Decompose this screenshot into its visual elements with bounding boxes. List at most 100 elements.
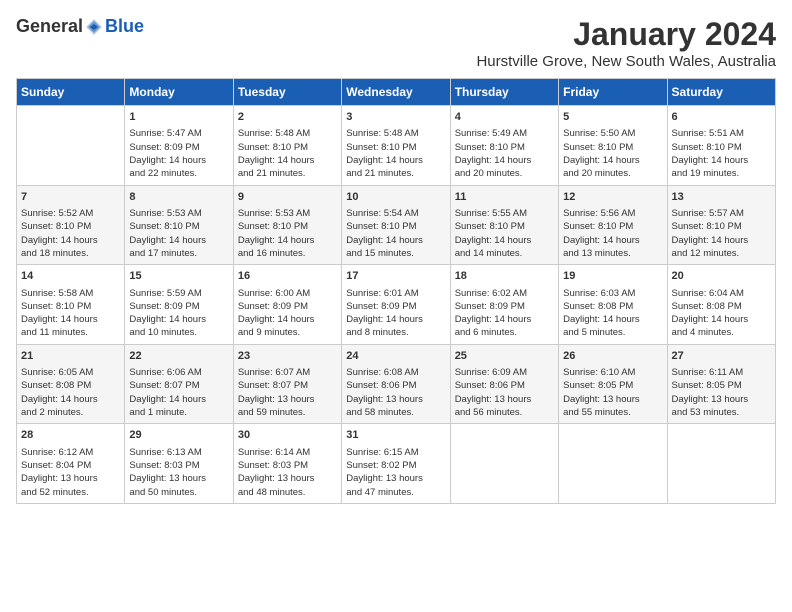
day-info: Sunrise: 5:50 AM Sunset: 8:10 PM Dayligh… (563, 127, 662, 180)
calendar-cell: 25 Sunrise: 6:09 AM Sunset: 8:06 PM Dayli… (450, 344, 558, 424)
calendar-cell (559, 424, 667, 504)
day-info: Sunrise: 5:53 AM Sunset: 8:10 PM Dayligh… (129, 207, 228, 260)
column-header-monday: Monday (125, 79, 233, 106)
day-number: 22 (129, 349, 228, 364)
column-header-sunday: Sunday (17, 79, 125, 106)
day-info: Sunrise: 6:01 AM Sunset: 8:09 PM Dayligh… (346, 287, 445, 340)
day-info: Sunrise: 6:07 AM Sunset: 8:07 PM Dayligh… (238, 366, 337, 419)
calendar-cell: 5 Sunrise: 5:50 AM Sunset: 8:10 PM Daylig… (559, 106, 667, 186)
day-info: Sunrise: 6:08 AM Sunset: 8:06 PM Dayligh… (346, 366, 445, 419)
day-number: 7 (21, 190, 120, 205)
day-number: 20 (672, 269, 771, 284)
day-number: 12 (563, 190, 662, 205)
day-number: 23 (238, 349, 337, 364)
column-header-friday: Friday (559, 79, 667, 106)
calendar-cell: 2Sunrise: 5:48 AM Sunset: 8:10 PM Daylig… (233, 106, 341, 186)
calendar-cell (17, 106, 125, 186)
day-info: Sunrise: 6:03 AM Sunset: 8:08 PM Dayligh… (563, 287, 662, 340)
day-number: 24 (346, 349, 445, 364)
day-info: Sunrise: 5:56 AM Sunset: 8:10 PM Dayligh… (563, 207, 662, 260)
day-number: 29 (129, 428, 228, 443)
day-number: 10 (346, 190, 445, 205)
calendar-cell: 8 Sunrise: 5:53 AM Sunset: 8:10 PM Daylig… (125, 185, 233, 265)
calendar-cell: 27 Sunrise: 6:11 AM Sunset: 8:05 PM Dayli… (667, 344, 775, 424)
day-info: Sunrise: 5:52 AM Sunset: 8:10 PM Dayligh… (21, 207, 120, 260)
calendar-cell: 22Sunrise: 6:06 AM Sunset: 8:07 PM Dayli… (125, 344, 233, 424)
day-info: Sunrise: 6:14 AM Sunset: 8:03 PM Dayligh… (238, 446, 337, 499)
calendar-cell: 21Sunrise: 6:05 AM Sunset: 8:08 PM Dayli… (17, 344, 125, 424)
day-number: 13 (672, 190, 771, 205)
calendar-cell: 17 Sunrise: 6:01 AM Sunset: 8:09 PM Dayli… (342, 265, 450, 345)
calendar-cell: 4 Sunrise: 5:49 AM Sunset: 8:10 PM Daylig… (450, 106, 558, 186)
calendar-cell: 28Sunrise: 6:12 AM Sunset: 8:04 PM Dayli… (17, 424, 125, 504)
calendar-week-row: 14Sunrise: 5:58 AM Sunset: 8:10 PM Dayli… (17, 265, 776, 345)
day-info: Sunrise: 6:10 AM Sunset: 8:05 PM Dayligh… (563, 366, 662, 419)
calendar-cell: 13 Sunrise: 5:57 AM Sunset: 8:10 PM Dayli… (667, 185, 775, 265)
calendar-cell: 23 Sunrise: 6:07 AM Sunset: 8:07 PM Dayli… (233, 344, 341, 424)
calendar-cell: 30Sunrise: 6:14 AM Sunset: 8:03 PM Dayli… (233, 424, 341, 504)
calendar-cell: 14Sunrise: 5:58 AM Sunset: 8:10 PM Dayli… (17, 265, 125, 345)
day-number: 8 (129, 190, 228, 205)
calendar-header-row: SundayMondayTuesdayWednesdayThursdayFrid… (17, 79, 776, 106)
calendar-cell: 16 Sunrise: 6:00 AM Sunset: 8:09 PM Dayli… (233, 265, 341, 345)
calendar-cell: 1 Sunrise: 5:47 AM Sunset: 8:09 PM Daylig… (125, 106, 233, 186)
column-header-wednesday: Wednesday (342, 79, 450, 106)
day-info: Sunrise: 5:57 AM Sunset: 8:10 PM Dayligh… (672, 207, 771, 260)
calendar-cell (667, 424, 775, 504)
day-number: 27 (672, 349, 771, 364)
day-number: 2 (238, 110, 337, 125)
calendar-cell: 29 Sunrise: 6:13 AM Sunset: 8:03 PM Dayli… (125, 424, 233, 504)
calendar-cell: 19 Sunrise: 6:03 AM Sunset: 8:08 PM Dayli… (559, 265, 667, 345)
calendar-week-row: 21Sunrise: 6:05 AM Sunset: 8:08 PM Dayli… (17, 344, 776, 424)
calendar-cell: 11Sunrise: 5:55 AM Sunset: 8:10 PM Dayli… (450, 185, 558, 265)
day-info: Sunrise: 5:53 AM Sunset: 8:10 PM Dayligh… (238, 207, 337, 260)
day-number: 17 (346, 269, 445, 284)
column-header-saturday: Saturday (667, 79, 775, 106)
day-info: Sunrise: 6:04 AM Sunset: 8:08 PM Dayligh… (672, 287, 771, 340)
day-info: Sunrise: 5:49 AM Sunset: 8:10 PM Dayligh… (455, 127, 554, 180)
day-info: Sunrise: 5:59 AM Sunset: 8:09 PM Dayligh… (129, 287, 228, 340)
day-info: Sunrise: 6:02 AM Sunset: 8:09 PM Dayligh… (455, 287, 554, 340)
day-number: 19 (563, 269, 662, 284)
day-info: Sunrise: 5:48 AM Sunset: 8:10 PM Dayligh… (346, 127, 445, 180)
calendar-table: SundayMondayTuesdayWednesdayThursdayFrid… (16, 78, 776, 504)
page-title: January 2024 (476, 16, 776, 53)
day-number: 28 (21, 428, 120, 443)
day-info: Sunrise: 6:11 AM Sunset: 8:05 PM Dayligh… (672, 366, 771, 419)
calendar-cell: 18 Sunrise: 6:02 AM Sunset: 8:09 PM Dayli… (450, 265, 558, 345)
calendar-cell (450, 424, 558, 504)
day-info: Sunrise: 6:00 AM Sunset: 8:09 PM Dayligh… (238, 287, 337, 340)
calendar-cell: 24 Sunrise: 6:08 AM Sunset: 8:06 PM Dayli… (342, 344, 450, 424)
day-info: Sunrise: 6:09 AM Sunset: 8:06 PM Dayligh… (455, 366, 554, 419)
calendar-cell: 15Sunrise: 5:59 AM Sunset: 8:09 PM Dayli… (125, 265, 233, 345)
page-subtitle: Hurstville Grove, New South Wales, Austr… (476, 53, 776, 70)
logo-blue-text: Blue (105, 16, 144, 37)
column-header-thursday: Thursday (450, 79, 558, 106)
calendar-cell: 12 Sunrise: 5:56 AM Sunset: 8:10 PM Dayli… (559, 185, 667, 265)
day-info: Sunrise: 5:54 AM Sunset: 8:10 PM Dayligh… (346, 207, 445, 260)
day-number: 1 (129, 110, 228, 125)
day-number: 25 (455, 349, 554, 364)
day-number: 4 (455, 110, 554, 125)
day-number: 26 (563, 349, 662, 364)
calendar-cell: 20 Sunrise: 6:04 AM Sunset: 8:08 PM Dayli… (667, 265, 775, 345)
calendar-week-row: 7 Sunrise: 5:52 AM Sunset: 8:10 PM Daylig… (17, 185, 776, 265)
calendar-cell: 6Sunrise: 5:51 AM Sunset: 8:10 PM Daylig… (667, 106, 775, 186)
calendar-cell: 9 Sunrise: 5:53 AM Sunset: 8:10 PM Daylig… (233, 185, 341, 265)
day-number: 16 (238, 269, 337, 284)
logo-icon (85, 18, 103, 36)
calendar-cell: 3 Sunrise: 5:48 AM Sunset: 8:10 PM Daylig… (342, 106, 450, 186)
day-number: 3 (346, 110, 445, 125)
calendar-week-row: 1 Sunrise: 5:47 AM Sunset: 8:09 PM Daylig… (17, 106, 776, 186)
day-number: 9 (238, 190, 337, 205)
day-info: Sunrise: 5:47 AM Sunset: 8:09 PM Dayligh… (129, 127, 228, 180)
day-info: Sunrise: 6:13 AM Sunset: 8:03 PM Dayligh… (129, 446, 228, 499)
day-number: 21 (21, 349, 120, 364)
day-number: 5 (563, 110, 662, 125)
day-info: Sunrise: 5:51 AM Sunset: 8:10 PM Dayligh… (672, 127, 771, 180)
day-number: 18 (455, 269, 554, 284)
calendar-cell: 26 Sunrise: 6:10 AM Sunset: 8:05 PM Dayli… (559, 344, 667, 424)
calendar-week-row: 28Sunrise: 6:12 AM Sunset: 8:04 PM Dayli… (17, 424, 776, 504)
column-header-tuesday: Tuesday (233, 79, 341, 106)
page-header: General Blue January 2024 Hurstville Gro… (16, 16, 776, 70)
